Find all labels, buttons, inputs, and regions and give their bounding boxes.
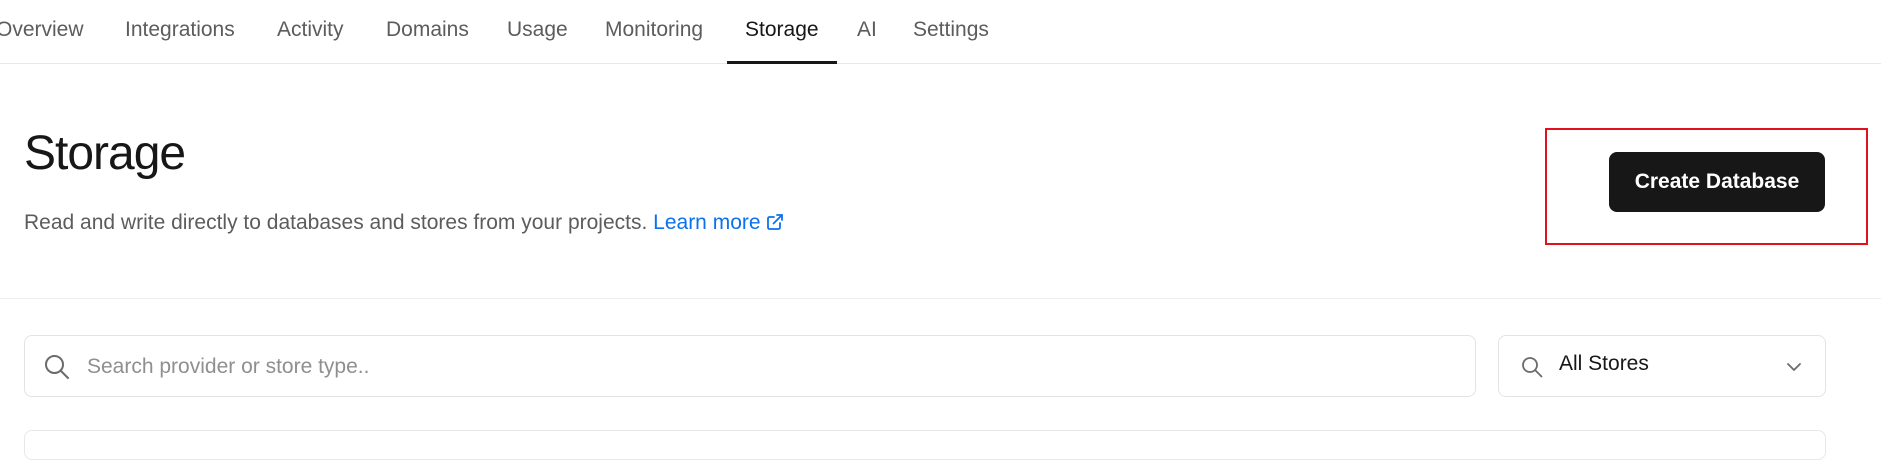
chevron-down-icon	[1785, 358, 1803, 381]
project-tabs: Overview Integrations Activity Domains U…	[0, 0, 1881, 64]
create-database-button[interactable]: Create Database	[1609, 152, 1825, 212]
search-icon	[1521, 356, 1543, 383]
external-link-icon	[765, 211, 785, 241]
store-filter-select[interactable]: All Stores	[1498, 335, 1826, 397]
page-subtitle: Read and write directly to databases and…	[24, 208, 785, 241]
page-title: Storage	[24, 127, 186, 180]
header-divider	[0, 298, 1881, 299]
tab-integrations[interactable]: Integrations	[125, 0, 235, 63]
search-input[interactable]	[85, 346, 1459, 388]
tab-domains[interactable]: Domains	[386, 0, 469, 63]
subtitle-text: Read and write directly to databases and…	[24, 211, 648, 234]
tab-activity[interactable]: Activity	[277, 0, 344, 63]
learn-more-link[interactable]: Learn more	[653, 211, 784, 234]
search-icon	[43, 353, 70, 385]
tab-monitoring[interactable]: Monitoring	[605, 0, 703, 63]
tab-usage[interactable]: Usage	[507, 0, 568, 63]
store-list	[24, 430, 1826, 460]
search-box[interactable]	[24, 335, 1476, 397]
filter-selected-value: All Stores	[1559, 352, 1649, 375]
tab-storage[interactable]: Storage	[727, 0, 837, 64]
tab-overview[interactable]: Overview	[0, 0, 84, 63]
tab-settings[interactable]: Settings	[913, 0, 989, 63]
learn-more-label: Learn more	[653, 211, 761, 234]
tab-ai[interactable]: AI	[857, 0, 877, 63]
